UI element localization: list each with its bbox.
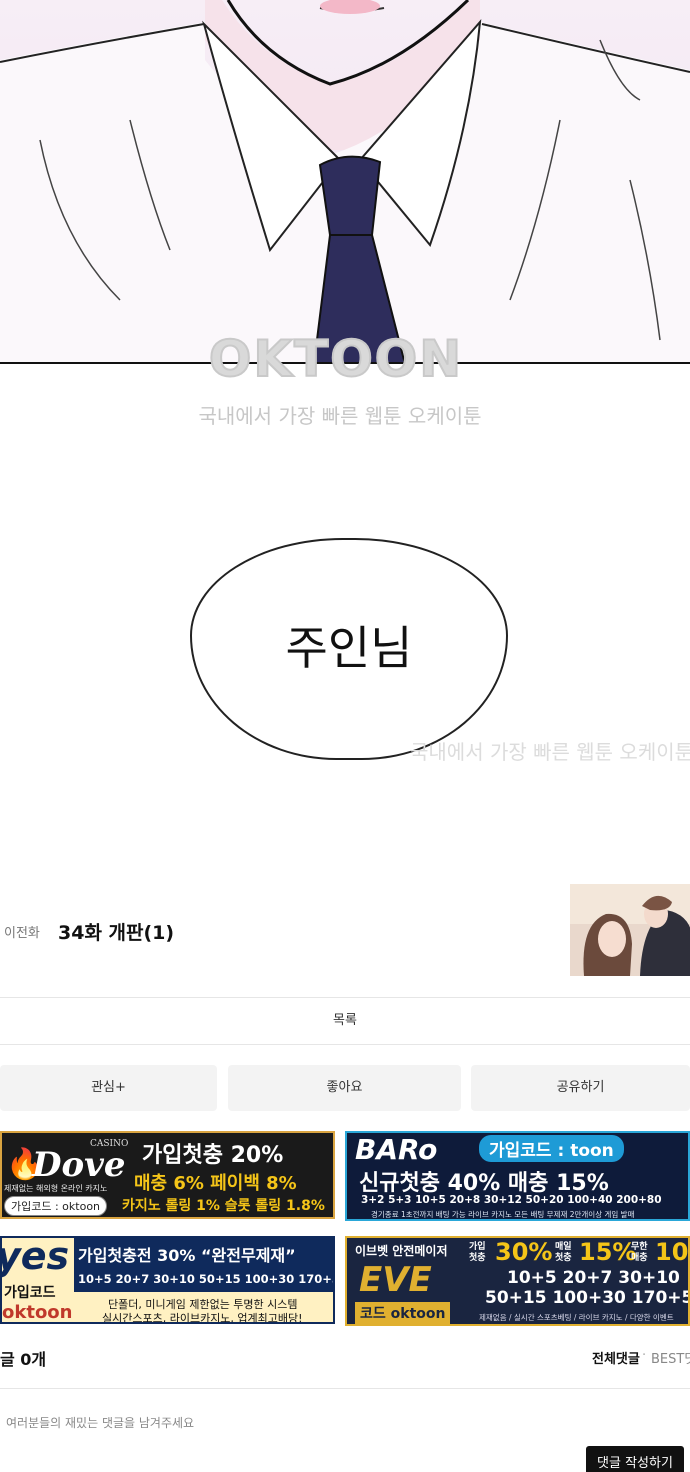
eve-offer-3-value: 10%	[655, 1238, 689, 1266]
yes-logo: yes	[0, 1236, 70, 1278]
yes-offer-1: 가입첫충전 30% “완전무제재”	[78, 1246, 296, 1265]
baro-offer-2: 3+2 5+3 10+5 20+8 30+12 50+20 100+40 200…	[361, 1194, 662, 1206]
dove-signup-code: 가입코드 : oktoon	[4, 1196, 108, 1216]
banner-eve[interactable]: 이브벳 안전메이저 EVE 코드 oktoon 가입 첫충 30% 매일 첫충 …	[345, 1236, 690, 1326]
prev-episode-title[interactable]: 34화 개판(1)	[58, 918, 174, 945]
comment-count: 글 0개	[0, 1350, 47, 1369]
oktoon-watermark-logo: OKTOON	[208, 329, 464, 389]
divider	[0, 1044, 690, 1045]
dove-logo: Dove	[32, 1145, 126, 1185]
yes-code: oktoon	[2, 1302, 73, 1323]
like-button[interactable]: 좋아요	[228, 1065, 461, 1111]
dove-offer-3: 카지노 롤링 1% 슬롯 롤링 1.8%	[122, 1198, 325, 1214]
baro-offer-1: 신규첫충 40% 매충 15%	[359, 1171, 609, 1196]
sort-all-comments[interactable]: 전체댓글	[592, 1348, 640, 1367]
eve-title: 이브벳 안전메이저	[355, 1244, 448, 1258]
eve-offer-2-label: 매일 첫충	[555, 1242, 572, 1263]
thumbnail-art	[570, 884, 690, 976]
dove-offer-2: 매충 6% 페이백 8%	[134, 1173, 297, 1194]
speech-bubble-text: 주인님	[285, 621, 413, 675]
yes-code-label: 가입코드	[4, 1285, 56, 1301]
eve-offer-2-value: 15%	[579, 1238, 637, 1266]
eve-code: 코드 oktoon	[355, 1302, 451, 1324]
sort-separator: ·	[642, 1348, 647, 1363]
banner-baro[interactable]: BARo 가입코드 : toon 신규첫충 40% 매충 15% 3+2 5+3…	[345, 1131, 690, 1221]
share-button[interactable]: 공유하기	[471, 1065, 690, 1111]
watermark-tagline-faded: 국내에서 가장 빠른 웹툰 오케이툰	[410, 740, 690, 764]
eve-offer-1-label: 가입 첫충	[469, 1242, 486, 1263]
episode-thumbnail[interactable]	[570, 884, 690, 976]
comment-placeholder: 여러분들의 재밌는 댓글을 남겨주세요	[6, 1416, 195, 1430]
baro-offer-3: 경기종료 1초전까지 배팅 가능 라이브 카지노 모든 배팅 무제재 2만개이상…	[371, 1210, 635, 1219]
list-button[interactable]: 목록	[0, 998, 690, 1044]
favorite-button[interactable]: 관심+	[0, 1065, 217, 1111]
dove-tagline: 제재없는 해외형 온라인 카지노	[4, 1184, 108, 1193]
baro-logo: BARo	[355, 1133, 438, 1166]
divider	[0, 1388, 690, 1389]
eve-offer-3-label: 무한 매충	[631, 1242, 648, 1263]
yes-offer-2: 10+5 20+7 30+10 50+15 100+30 170+50	[78, 1272, 335, 1286]
prev-episode-label[interactable]: 이전화	[4, 922, 40, 941]
baro-signup-code: 가입코드 : toon	[479, 1135, 624, 1162]
eve-offer-1-value: 30%	[495, 1238, 553, 1266]
eve-logo: EVE	[359, 1260, 432, 1300]
banner-yes[interactable]: yes 가입코드 oktoon 가입첫충전 30% “완전무제재” 10+5 2…	[0, 1236, 335, 1324]
yes-offer-4: 실시간스포츠, 라이브카지노, 업계최고배당!	[102, 1312, 303, 1324]
eve-offer-rates-2: 50+15 100+30 170+50	[485, 1288, 690, 1308]
eve-offer-rates-1: 10+5 20+7 30+10	[507, 1268, 680, 1288]
dove-offer-1: 가입첫충 20%	[142, 1143, 284, 1168]
sort-best-comments[interactable]: BEST댓	[651, 1348, 690, 1367]
comic-panel-top	[0, 0, 690, 364]
comment-submit-button[interactable]: 댓글 작성하기	[586, 1446, 684, 1472]
comic-illustration	[0, 0, 690, 364]
eve-footer: 제재없음 / 실시간 스포츠베팅 / 라이브 카지노 / 다양한 이벤트	[479, 1313, 674, 1322]
watermark-tagline: 국내에서 가장 빠른 웹툰 오케이툰	[198, 404, 482, 428]
banner-dove-casino[interactable]: 🔥 CASINO Dove 제재없는 해외형 온라인 카지노 가입코드 : ok…	[0, 1131, 335, 1219]
